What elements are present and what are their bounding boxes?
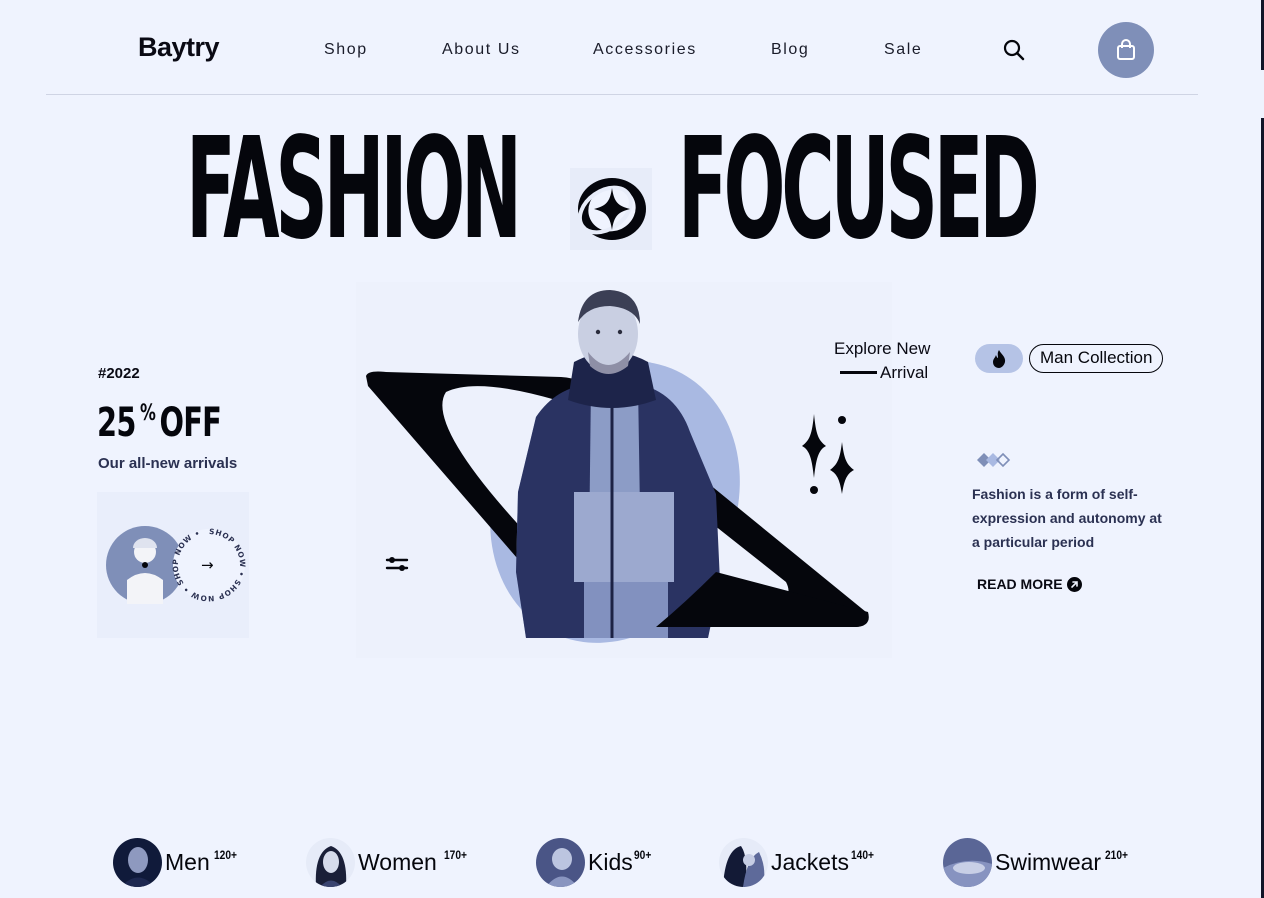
nav-item-about-us[interactable]: About Us (442, 41, 521, 59)
arrow-up-right-circle-icon (1066, 576, 1082, 592)
nav-item-blog[interactable]: Blog (771, 41, 809, 59)
read-more-link[interactable]: READ MORE (977, 576, 1082, 592)
explore-line-1: Explore New (834, 339, 931, 358)
four-point-star-icon (570, 168, 652, 250)
arrow-right-icon: → (201, 556, 214, 574)
category-women-avatar (306, 838, 355, 887)
nav-item-accessories[interactable]: Accessories (593, 41, 697, 59)
category-count: 120+ (214, 848, 237, 862)
category-count: 90+ (634, 848, 652, 862)
promo-subtitle: Our all-new arrivals (98, 455, 238, 472)
collection-description: Fashion is a form of self-expression and… (972, 486, 1162, 550)
nav-item-sale[interactable]: Sale (884, 41, 922, 59)
read-more-label: READ MORE (977, 576, 1063, 592)
category-name: Jackets (771, 849, 849, 875)
hero-model-image (356, 282, 892, 658)
discount-off: OFF (159, 400, 222, 446)
explore-line-2: Arrival (880, 363, 929, 382)
search-icon[interactable] (1002, 38, 1026, 62)
category-name: Women (358, 849, 437, 875)
site-header: Baytry Shop About Us Accessories Blog Sa… (46, 0, 1198, 95)
discount-percent: % (139, 401, 156, 426)
man-collection-pill[interactable]: Man Collection (1029, 344, 1164, 373)
headline-focused: FOCUSED (678, 108, 1040, 271)
category-jackets-avatar (719, 838, 768, 887)
nav-item-shop[interactable]: Shop (324, 41, 368, 59)
year-tag: #2022 (98, 365, 140, 382)
category-count: 170+ (444, 848, 467, 862)
category-count: 140+ (851, 848, 874, 862)
category-kids-avatar (536, 838, 585, 887)
discount-number: 25 (97, 400, 136, 446)
category-count: 210+ (1105, 848, 1128, 862)
explore-new-arrival-link[interactable]: Explore New Arrival (834, 339, 944, 383)
diamond-pattern-icon (976, 451, 1014, 474)
brand-logo[interactable]: Baytry (138, 32, 220, 63)
category-name: Swimwear (995, 849, 1102, 875)
shop-now-card[interactable]: SHOP NOW • SHOP NOW • SHOP NOW • → (97, 492, 249, 638)
cart-button[interactable] (1098, 22, 1154, 78)
flame-icon (975, 344, 1023, 373)
headline-fashion: FASHION (186, 108, 522, 271)
category-men-avatar (113, 838, 162, 887)
category-name: Kids (588, 849, 633, 875)
category-swimwear-avatar (943, 838, 992, 887)
discount-heading: 25 %OFF (97, 400, 222, 446)
category-name: Men (165, 849, 210, 875)
explore-dash (840, 371, 877, 374)
shopping-bag-icon (1117, 39, 1135, 60)
